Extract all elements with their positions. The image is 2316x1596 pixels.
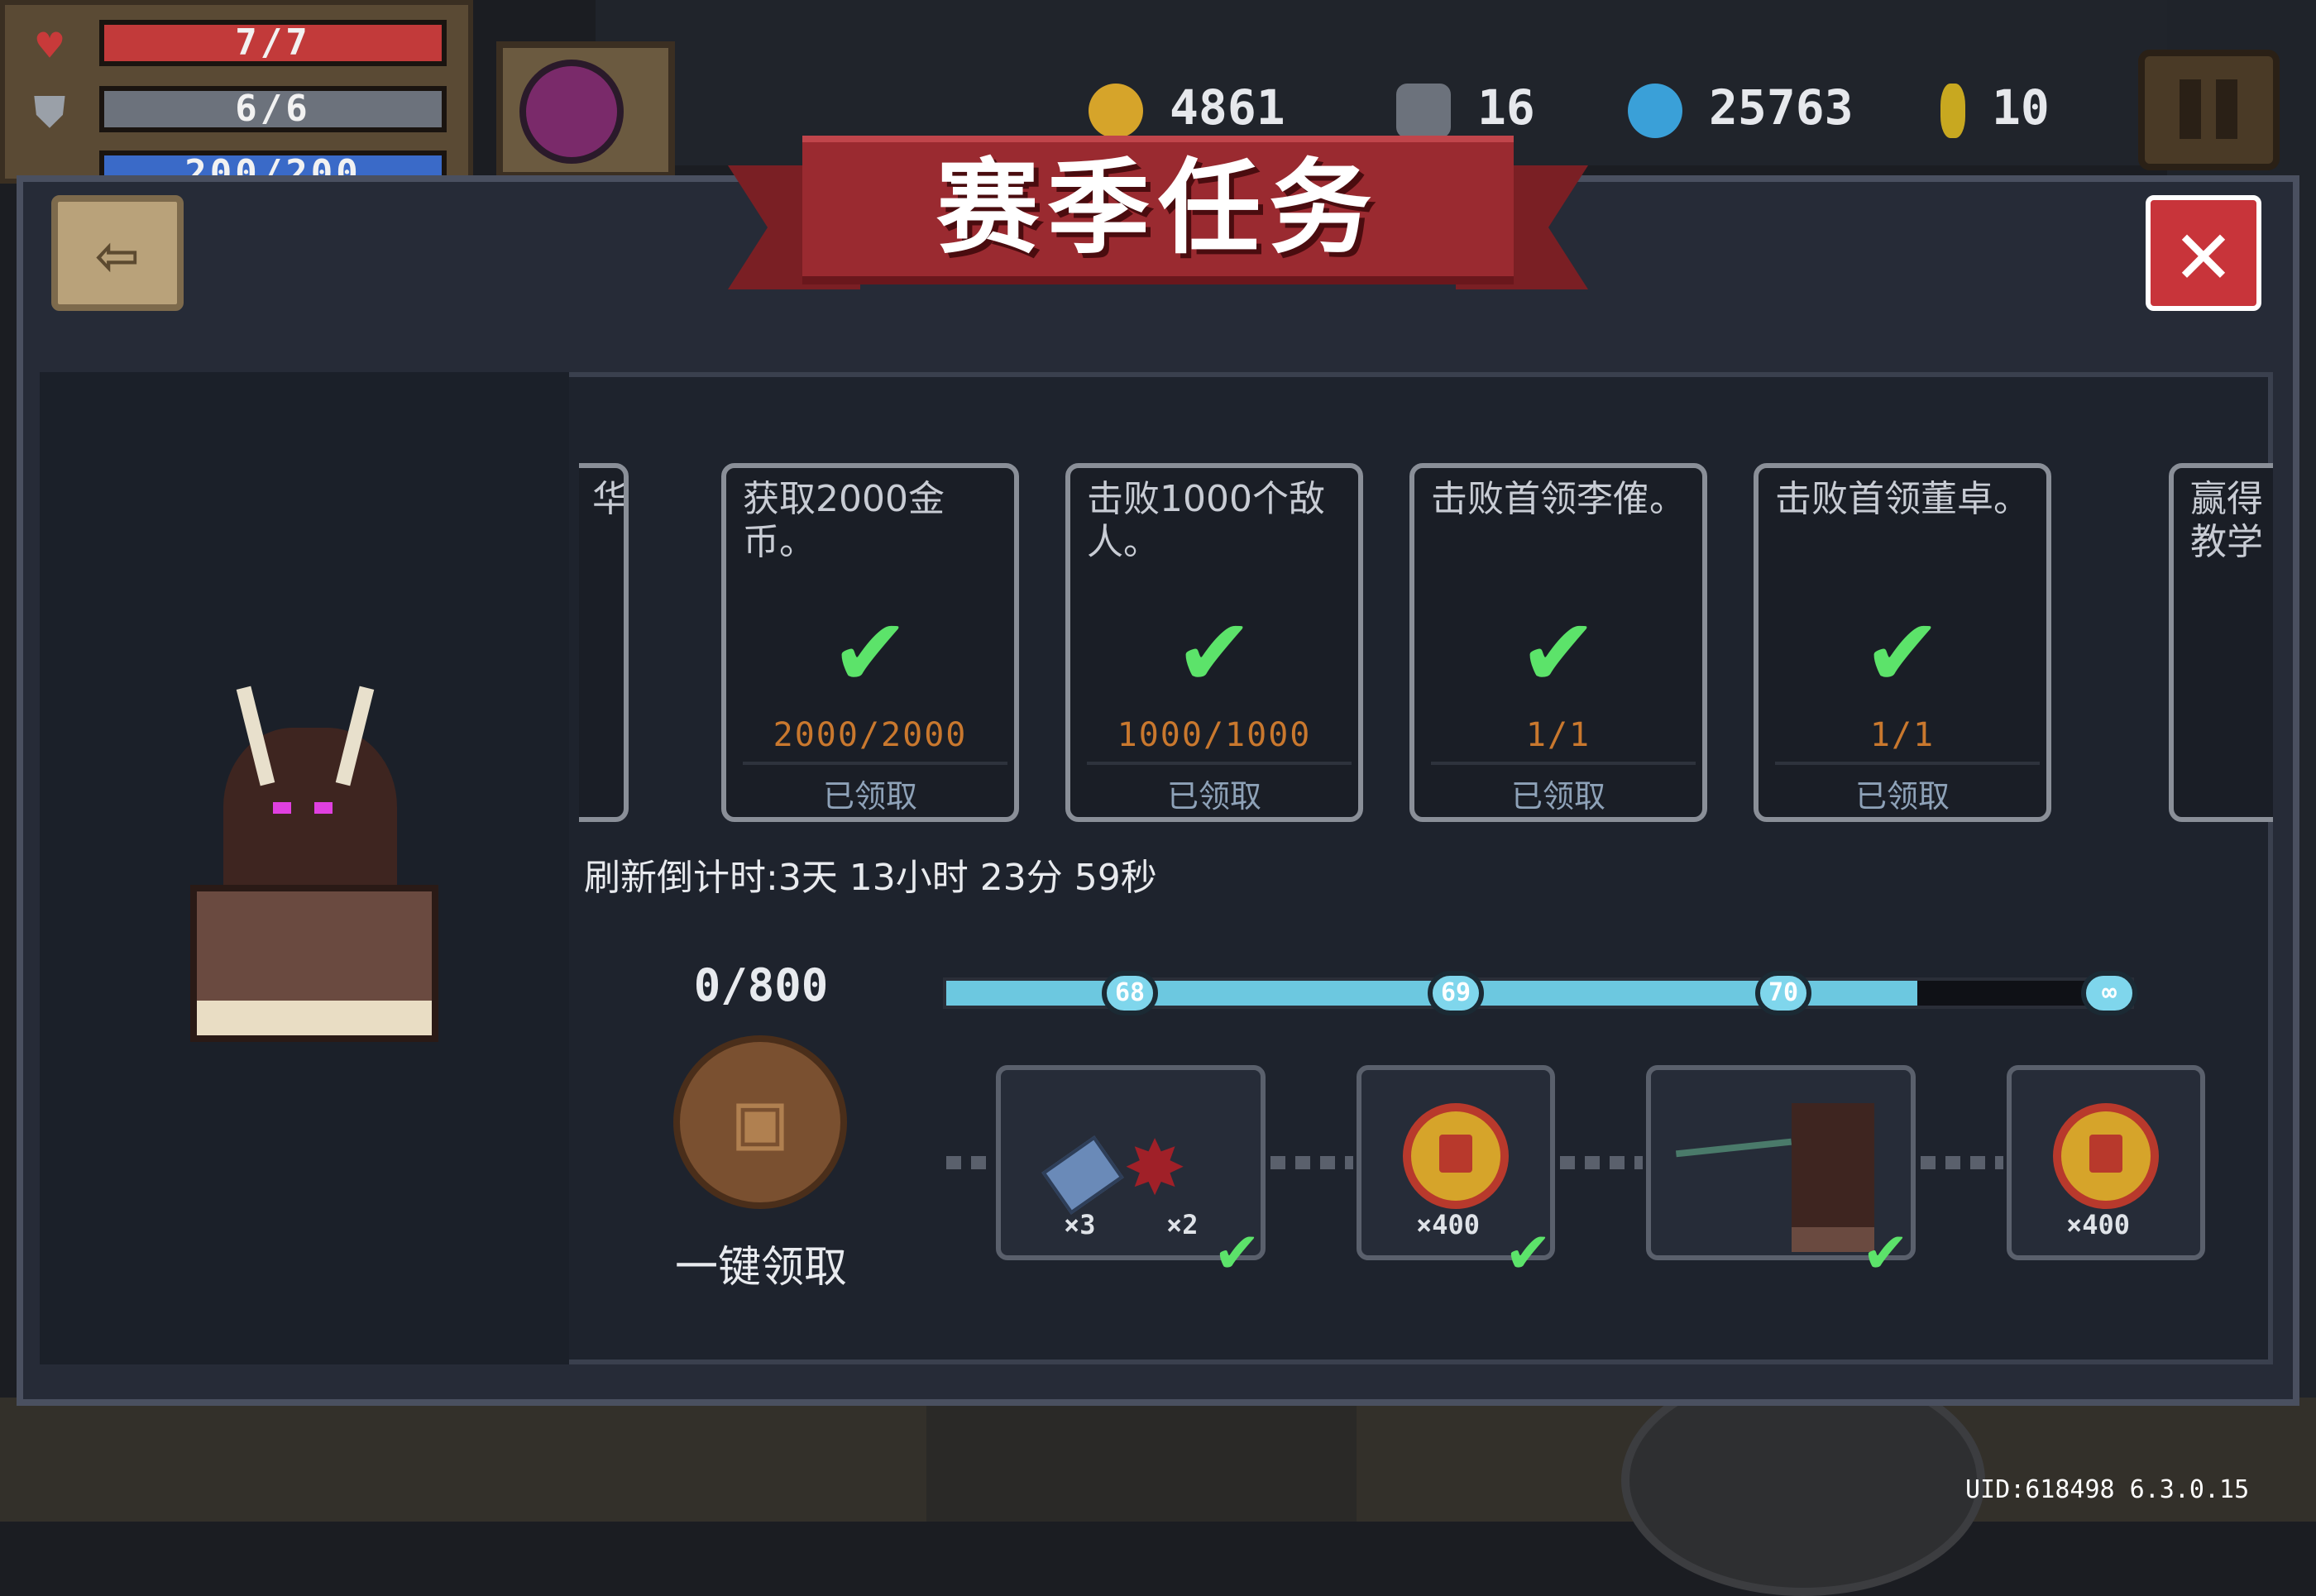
checkmark-icon: ✔ [1869,583,1936,709]
gold-counter: 4861 [1089,74,1285,141]
fish-value: 16 [1477,79,1535,136]
refresh-countdown: 刷新倒计时:3天 13小时 23分 59秒 [584,857,1157,899]
season-points: 0/800 [693,959,829,1011]
skill-slot[interactable] [496,41,675,179]
task-progress: 1000/1000 [1117,716,1312,754]
claim-all-label[interactable]: 一键领取 [645,1232,877,1294]
task-status: 已领取 [1510,778,1605,815]
reward-count: ×400 [2066,1209,2131,1240]
health-row: ♥ 7/7 [26,20,457,69]
back-icon: ⇦ [96,212,139,294]
task-card[interactable]: 赢得教学 [2169,463,2273,822]
checkmark-icon: ✔ [1525,583,1591,709]
task-status: 已领取 [1854,778,1950,815]
claimed-check-icon: ✔ [1218,1212,1256,1287]
health-bar: 7/7 [99,20,447,66]
task-card[interactable]: 华 [579,463,629,822]
health-value: 7/7 [235,22,311,64]
energy-value: 200/200 [184,152,361,176]
task-progress: 1/1 [1525,716,1591,754]
connector-dots [1270,1156,1353,1169]
close-button[interactable]: ✕ [2146,195,2261,311]
connector-dots [1921,1156,2003,1169]
task-title: 华 [592,478,629,520]
level-node: ∞ [2081,971,2137,1015]
energy-row: 200/200 [26,151,457,175]
reward-slot[interactable]: ✸ ×3 ×2 ✔ [996,1065,1266,1282]
gem-counter: 25763 [1628,74,1854,141]
task-card-carousel[interactable]: 华 获取2000金币。 ✔ 2000/2000 已领取 击败1000个敌人。 ✔… [579,455,2273,835]
fish-icon [1396,83,1451,138]
connector-dots [946,1156,993,1169]
card-divider [1087,762,1352,765]
task-card[interactable]: 获取2000金币。 ✔ 2000/2000 已领取 [721,463,1019,822]
uid-version: UID:618498 6.3.0.15 [1965,1475,2250,1504]
task-progress: 1/1 [1869,716,1936,754]
task-card[interactable]: 击败首领李傕。 ✔ 1/1 已领取 [1409,463,1707,822]
maple-leaf-icon: ✸ [1125,1103,1185,1218]
card-divider [1775,762,2040,765]
skill-orb-icon [519,60,624,164]
level-node: 68 [1102,971,1158,1015]
heart-icon: ♥ [36,22,63,71]
title-banner: 赛季任务 [802,136,1514,284]
ticket-icon [1041,1135,1124,1215]
boss-eye-right [314,802,333,814]
gift-icon: ▣ [736,1074,784,1167]
task-title: 赢得教学 [2190,478,2263,563]
gold-value: 4861 [1170,79,1285,136]
connector-dots [1560,1156,1643,1169]
background-floor-dark [926,1398,1357,1522]
task-progress: 2000/2000 [773,716,968,754]
task-title: 击败首领董卓。 [1775,478,2030,520]
checkmark-icon: ✔ [1181,583,1247,709]
claim-all-gift-button[interactable]: ▣ [673,1035,847,1209]
seed-value: 10 [1992,79,2050,136]
armor-value: 6/6 [235,88,311,130]
reward-count: ×3 [1064,1209,1096,1240]
pause-button[interactable] [2138,50,2280,170]
claimed-check-icon: ✔ [1509,1212,1548,1287]
checkmark-icon: ✔ [837,583,903,709]
reward-slot[interactable]: ×400 [2007,1065,2205,1260]
reward-count: ×2 [1166,1209,1199,1240]
shield-icon: ⛊ [33,88,66,137]
seed-counter: 10 [1940,74,2050,141]
card-divider [1431,762,1696,765]
gem-value: 25763 [1709,79,1854,136]
task-card[interactable]: 击败1000个敌人。 ✔ 1000/1000 已领取 [1065,463,1363,822]
player-stats-panel: ♥ 7/7 ⛊ 6/6 200/200 [0,0,473,184]
task-card[interactable]: 击败首领董卓。 ✔ 1/1 已领取 [1754,463,2051,822]
spear-icon [1675,1138,1792,1158]
gold-coin-icon [2053,1103,2159,1209]
task-title: 击败首领李傕。 [1431,478,1686,520]
boss-eye-left [273,802,291,814]
claimed-check-icon: ✔ [1866,1212,1905,1287]
close-icon: ✕ [2175,198,2232,304]
seed-icon [1940,83,1965,138]
energy-bar: 200/200 [99,151,447,175]
level-node: 70 [1755,971,1811,1015]
armor-bar: 6/6 [99,86,447,132]
armor-row: ⛊ 6/6 [26,86,457,136]
card-divider [743,762,1007,765]
back-button[interactable]: ⇦ [51,195,184,311]
reward-slot[interactable]: ✔ [1646,1065,1916,1282]
blue-gem-icon [1628,83,1682,138]
task-status: 已领取 [1166,778,1261,815]
task-title: 击败1000个敌人。 [1087,478,1325,563]
level-node: 69 [1428,971,1484,1015]
gold-coin-icon [1403,1103,1509,1209]
reward-slot[interactable]: ×400 ✔ [1357,1065,1555,1282]
modal-title: 赛季任务 [935,149,1380,268]
fish-counter: 16 [1396,74,1535,141]
gold-coin-icon [1089,83,1143,138]
boss-pedestal [190,885,438,1042]
task-status: 已领取 [822,778,917,815]
boss-statue-icon [1792,1103,1874,1252]
reward-count: ×400 [1416,1209,1481,1240]
task-title: 获取2000金币。 [743,478,945,563]
